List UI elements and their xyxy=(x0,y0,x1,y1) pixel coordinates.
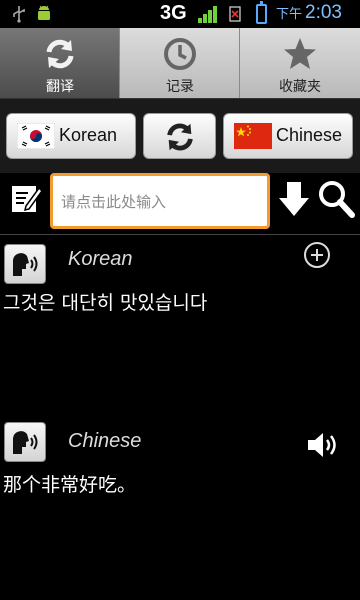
edit-icon[interactable] xyxy=(8,180,44,216)
tab-history-label: 记录 xyxy=(166,79,194,95)
tab-favorites[interactable]: 收藏夹 xyxy=(240,28,360,98)
usb-icon xyxy=(13,6,25,23)
status-clock: 下午 2:03 xyxy=(276,2,342,24)
tab-bar: 翻译 记录 收藏夹 xyxy=(0,28,360,98)
target-result: Chinese 那个非常好吃。 xyxy=(0,420,360,500)
korea-flag-icon xyxy=(17,123,55,149)
no-sim-icon xyxy=(229,6,241,22)
tab-favorites-label: 收藏夹 xyxy=(279,79,321,95)
status-bar: 3G 下午 2:03 xyxy=(0,0,360,28)
clock-time: 2:03 xyxy=(305,2,342,23)
battery-icon xyxy=(256,1,267,24)
add-favorite-icon[interactable] xyxy=(304,242,330,268)
network-type: 3G xyxy=(160,2,187,24)
target-language-label: Chinese xyxy=(276,125,343,145)
source-speak-button[interactable] xyxy=(4,244,46,284)
swap-languages-button[interactable] xyxy=(143,113,216,159)
star-icon xyxy=(284,38,316,69)
clock-ampm: 下午 xyxy=(276,6,303,21)
target-speak-button[interactable] xyxy=(4,422,46,462)
target-language-button[interactable]: Chinese xyxy=(223,113,353,159)
speaking-head-icon xyxy=(13,253,38,276)
refresh-icon xyxy=(46,39,74,69)
input-row xyxy=(0,173,360,229)
tab-translate[interactable]: 翻译 xyxy=(0,28,120,98)
tab-history[interactable]: 记录 xyxy=(120,28,240,98)
search-icon[interactable] xyxy=(316,178,356,220)
clock-icon xyxy=(164,38,196,70)
translation-input[interactable] xyxy=(59,189,263,215)
volume-icon[interactable] xyxy=(306,430,340,460)
swap-icon xyxy=(167,123,193,151)
target-language-caption: Chinese xyxy=(68,430,142,452)
language-selector-row: Korean Chinese xyxy=(0,98,360,175)
signal-icon xyxy=(198,6,217,23)
translation-input-box xyxy=(50,173,270,229)
tab-translate-label: 翻译 xyxy=(46,79,74,95)
source-language-caption: Korean xyxy=(68,248,133,270)
source-text: 그것은 대단히 맛있습니다 xyxy=(3,292,208,314)
source-language-label: Korean xyxy=(59,125,118,145)
divider xyxy=(0,234,360,235)
target-text: 那个非常好吃。 xyxy=(3,474,137,496)
source-result: Korean 그것은 대단히 맛있습니다 xyxy=(0,240,360,320)
speaking-head-icon xyxy=(13,431,38,454)
china-flag-icon xyxy=(234,123,272,149)
arrow-down-icon[interactable] xyxy=(276,178,312,220)
source-language-button[interactable]: Korean xyxy=(6,113,136,159)
android-debug-icon xyxy=(38,5,50,20)
